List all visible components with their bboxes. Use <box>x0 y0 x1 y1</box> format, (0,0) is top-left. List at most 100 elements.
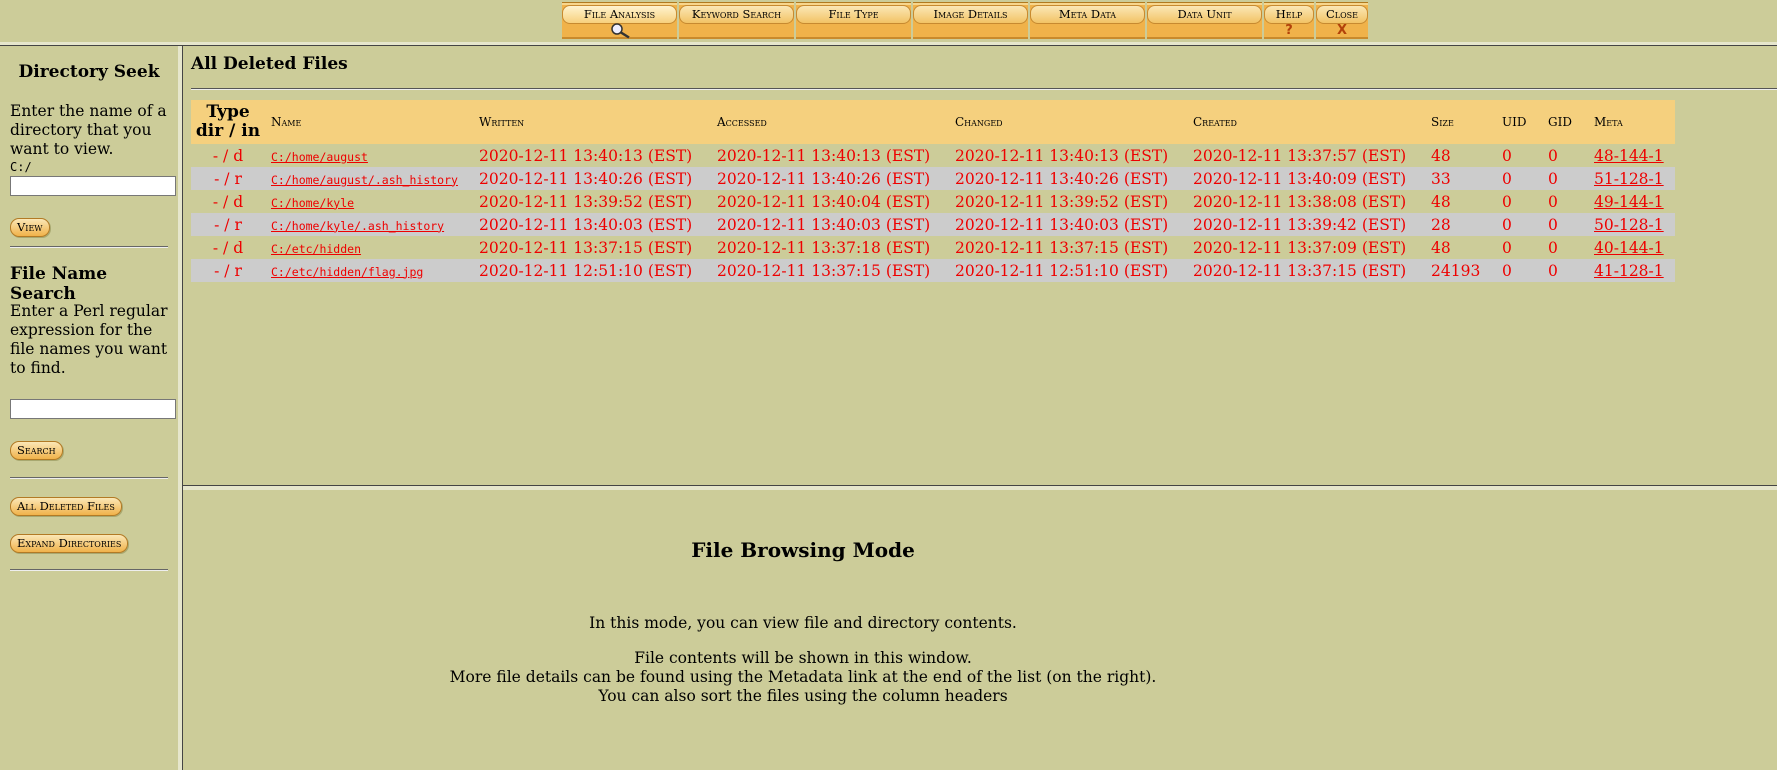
sidebar-divider <box>10 569 168 571</box>
close-icon: X <box>1336 23 1348 38</box>
column-created[interactable]: Created <box>1187 100 1425 144</box>
file-name-link[interactable]: C:/home/kyle <box>271 196 354 210</box>
table-row: - / r C:/home/kyle/.ash_history 2020-12-11… <box>191 213 1675 236</box>
column-uid[interactable]: UID <box>1496 100 1542 144</box>
cell-created: 2020-12-11 13:39:42 (EST) <box>1187 213 1425 236</box>
cell-accessed: 2020-12-11 13:40:13 (EST) <box>711 144 949 167</box>
cell-gid: 0 <box>1542 144 1588 167</box>
cell-size: 48 <box>1425 236 1496 259</box>
cell-name: C:/home/kyle <box>265 190 473 213</box>
file-name-link[interactable]: C:/etc/hidden <box>271 242 361 256</box>
file-name-search-input[interactable] <box>10 399 176 419</box>
column-type-label: Type <box>206 102 250 122</box>
cell-gid: 0 <box>1542 259 1588 282</box>
tab-meta-data-label: Meta Data <box>1030 5 1145 24</box>
tab-data-unit[interactable]: Data Unit <box>1147 2 1262 39</box>
cell-written: 2020-12-11 13:40:26 (EST) <box>473 167 711 190</box>
cell-gid: 0 <box>1542 236 1588 259</box>
metadata-link[interactable]: 49-144-1 <box>1594 193 1664 211</box>
metadata-link[interactable]: 51-128-1 <box>1594 170 1664 188</box>
column-written[interactable]: Written <box>473 100 711 144</box>
table-row: - / d C:/home/august 2020-12-11 13:40:13 (… <box>191 144 1675 167</box>
metadata-link[interactable]: 41-128-1 <box>1594 262 1664 280</box>
mode-description-line: More file details can be found using the… <box>449 668 1157 686</box>
tab-file-type-label: File Type <box>796 5 911 24</box>
file-name-link[interactable]: C:/home/august <box>271 150 368 164</box>
file-name-link[interactable]: C:/home/kyle/.ash_history <box>271 219 444 233</box>
cell-created: 2020-12-11 13:40:09 (EST) <box>1187 167 1425 190</box>
expand-directories-button[interactable]: Expand Directories <box>10 534 129 553</box>
metadata-link[interactable]: 40-144-1 <box>1594 239 1664 257</box>
cell-meta: 49-144-1 <box>1588 190 1675 213</box>
cell-created: 2020-12-11 13:37:57 (EST) <box>1187 144 1425 167</box>
file-name-link[interactable]: C:/home/august/.ash_history <box>271 173 458 187</box>
sidebar-divider <box>10 246 168 248</box>
deleted-files-table: Type dir / in Name Written Accessed Chan… <box>191 100 1675 282</box>
tab-image-details-label: Image Details <box>913 5 1028 24</box>
cell-type: - / d <box>191 144 265 167</box>
cell-accessed: 2020-12-11 13:37:15 (EST) <box>711 259 949 282</box>
cell-meta: 48-144-1 <box>1588 144 1675 167</box>
tab-file-analysis[interactable]: File Analysis <box>562 2 677 39</box>
cell-accessed: 2020-12-11 13:40:03 (EST) <box>711 213 949 236</box>
cell-name: C:/home/august/.ash_history <box>265 167 473 190</box>
cell-size: 48 <box>1425 190 1496 213</box>
table-body: - / d C:/home/august 2020-12-11 13:40:13 (… <box>191 144 1675 282</box>
list-divider <box>191 88 1777 90</box>
cell-name: C:/home/kyle/.ash_history <box>265 213 473 236</box>
list-heading: All Deleted Files <box>191 54 348 74</box>
autopsy-window: File Analysis Keyword Search File Type I… <box>0 0 1777 770</box>
cell-created: 2020-12-11 13:37:15 (EST) <box>1187 259 1425 282</box>
column-meta[interactable]: Meta <box>1588 100 1675 144</box>
cell-size: 28 <box>1425 213 1496 236</box>
sidebar-divider <box>10 477 168 479</box>
sidebar: Directory Seek Enter the name of a direc… <box>0 46 182 770</box>
column-size[interactable]: Size <box>1425 100 1496 144</box>
tab-image-details[interactable]: Image Details <box>913 2 1028 39</box>
view-button[interactable]: View <box>10 218 50 237</box>
column-changed[interactable]: Changed <box>949 100 1187 144</box>
column-accessed[interactable]: Accessed <box>711 100 949 144</box>
tab-file-type[interactable]: File Type <box>796 2 911 39</box>
tab-meta-data[interactable]: Meta Data <box>1030 2 1145 39</box>
column-type-sublabel: dir / in <box>195 121 261 141</box>
file-list-frame: All Deleted Files Type dir / in Name Wri… <box>183 46 1777 486</box>
cell-uid: 0 <box>1496 167 1542 190</box>
cell-changed: 2020-12-11 13:40:26 (EST) <box>949 167 1187 190</box>
cell-changed: 2020-12-11 13:40:03 (EST) <box>949 213 1187 236</box>
metadata-link[interactable]: 48-144-1 <box>1594 147 1664 165</box>
tab-bar: File Analysis Keyword Search File Type I… <box>562 2 1368 39</box>
cell-type: - / d <box>191 190 265 213</box>
all-deleted-files-button[interactable]: All Deleted Files <box>10 497 122 516</box>
tab-data-unit-label: Data Unit <box>1147 5 1262 24</box>
cell-changed: 2020-12-11 13:39:52 (EST) <box>949 190 1187 213</box>
column-name[interactable]: Name <box>265 100 473 144</box>
cell-created: 2020-12-11 13:37:09 (EST) <box>1187 236 1425 259</box>
cell-gid: 0 <box>1542 213 1588 236</box>
tab-close-label: Close <box>1316 5 1368 24</box>
mode-description-line: In this mode, you can view file and dire… <box>589 614 1017 632</box>
cell-written: 2020-12-11 12:51:10 (EST) <box>473 259 711 282</box>
cell-created: 2020-12-11 13:38:08 (EST) <box>1187 190 1425 213</box>
tab-close[interactable]: Close X <box>1316 2 1368 39</box>
table-row: - / d C:/home/kyle 2020-12-11 13:39:52 (ES… <box>191 190 1675 213</box>
file-name-search-title: File Name Search <box>10 264 108 304</box>
metadata-link[interactable]: 50-128-1 <box>1594 216 1664 234</box>
cell-written: 2020-12-11 13:40:13 (EST) <box>473 144 711 167</box>
tab-file-analysis-label: File Analysis <box>562 5 677 24</box>
table-row: - / r C:/home/august/.ash_history 2020-12-… <box>191 167 1675 190</box>
column-type[interactable]: Type dir / in <box>191 100 265 144</box>
cell-meta: 41-128-1 <box>1588 259 1675 282</box>
tab-keyword-search[interactable]: Keyword Search <box>679 2 794 39</box>
cell-type: - / r <box>191 213 265 236</box>
directory-input[interactable] <box>10 176 176 196</box>
file-name-search-description: Enter a Perl regular expression for the … <box>10 302 168 377</box>
file-name-link[interactable]: C:/etc/hidden/flag.jpg <box>271 265 423 279</box>
column-gid[interactable]: GID <box>1542 100 1588 144</box>
cell-name: C:/etc/hidden/flag.jpg <box>265 259 473 282</box>
cell-uid: 0 <box>1496 236 1542 259</box>
directory-seek-description: Enter the name of a directory that you w… <box>10 102 167 158</box>
search-button[interactable]: Search <box>10 441 63 460</box>
tab-help[interactable]: Help ? <box>1264 2 1314 39</box>
table-row: - / r C:/etc/hidden/flag.jpg 2020-12-11 12… <box>191 259 1675 282</box>
